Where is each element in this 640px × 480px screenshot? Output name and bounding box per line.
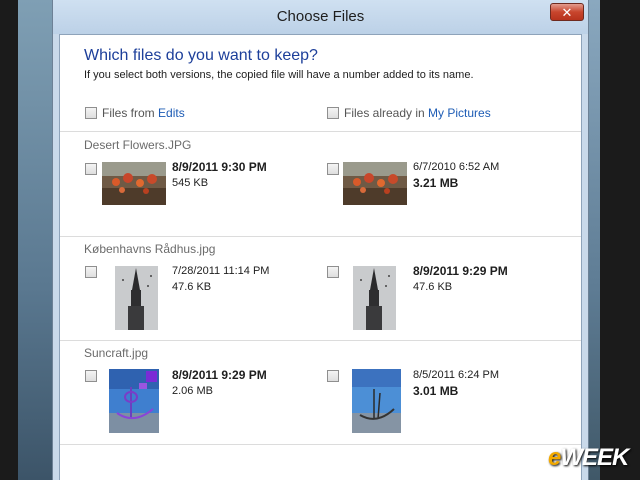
title-bar[interactable]: Choose Files ✕ [53,0,588,34]
file-left-thumbnail[interactable] [102,162,166,205]
file-left-checkbox[interactable] [85,266,97,278]
file-right-details: 8/5/2011 6:24 PM 3.01 MB [413,367,499,399]
window-title: Choose Files [276,8,365,25]
close-icon: ✕ [561,4,573,20]
file-left-details: 7/28/2011 11:14 PM 47.6 KB [172,263,269,295]
row-divider [60,444,581,445]
logo-text: WEEK [560,444,629,471]
background-right-edge [600,0,640,480]
row-divider [60,340,581,341]
background-left-edge [0,0,18,480]
file-right-details: 8/9/2011 9:29 PM 47.6 KB [413,263,508,295]
source-column-header: Files from Edits [102,106,185,120]
file-left-date: 8/9/2011 9:29 PM [172,368,267,382]
file-left-details: 8/9/2011 9:30 PM 545 KB [172,159,267,191]
file-left-checkbox[interactable] [85,163,97,175]
dest-column-header: Files already in My Pictures [344,106,491,120]
file-left-size: 47.6 KB [172,281,212,293]
file-left-date: 8/9/2011 9:30 PM [172,160,267,174]
file-name: Suncraft.jpg [84,346,149,360]
file-left-thumbnail[interactable] [115,266,158,330]
dialog-content: Which files do you want to keep? If you … [59,34,582,480]
file-right-size: 47.6 KB [413,281,453,293]
close-button[interactable]: ✕ [550,3,584,21]
file-left-size: 545 KB [172,177,209,189]
row-divider [60,236,581,237]
logo-e: e [548,444,561,471]
file-left-date: 7/28/2011 11:14 PM [172,265,270,277]
dest-folder-link[interactable]: My Pictures [428,106,491,120]
dest-header-prefix: Files already in [344,106,429,120]
eweek-logo: eWEEK [548,444,629,472]
file-right-checkbox[interactable] [327,370,339,382]
select-all-source-checkbox[interactable] [85,107,97,119]
file-right-thumbnail[interactable] [343,162,407,205]
file-right-date: 8/9/2011 9:29 PM [413,264,508,278]
file-right-size: 3.21 MB [413,176,459,190]
file-left-thumbnail[interactable] [109,369,159,433]
select-all-dest-checkbox[interactable] [327,107,339,119]
file-left-checkbox[interactable] [85,370,97,382]
file-left-details: 8/9/2011 9:29 PM 2.06 MB [172,367,267,399]
file-name: Københavns Rådhus.jpg [84,242,216,256]
source-header-prefix: Files from [102,106,159,120]
file-right-thumbnail[interactable] [352,369,401,433]
file-right-date: 8/5/2011 6:24 PM [413,369,500,381]
file-right-size: 3.01 MB [413,384,459,398]
dialog-heading: Which files do you want to keep? [84,47,318,64]
choose-files-dialog: Choose Files ✕ Which files do you want t… [52,0,589,480]
file-right-details: 6/7/2010 6:52 AM 3.21 MB [413,159,499,191]
dialog-subtext: If you select both versions, the copied … [84,69,474,81]
file-right-date: 6/7/2010 6:52 AM [413,161,500,173]
file-right-checkbox[interactable] [327,266,339,278]
file-name: Desert Flowers.JPG [84,138,192,152]
source-folder-link[interactable]: Edits [158,106,185,120]
header-divider [60,131,581,132]
file-right-checkbox[interactable] [327,163,339,175]
file-right-thumbnail[interactable] [353,266,396,330]
file-left-size: 2.06 MB [172,385,213,397]
